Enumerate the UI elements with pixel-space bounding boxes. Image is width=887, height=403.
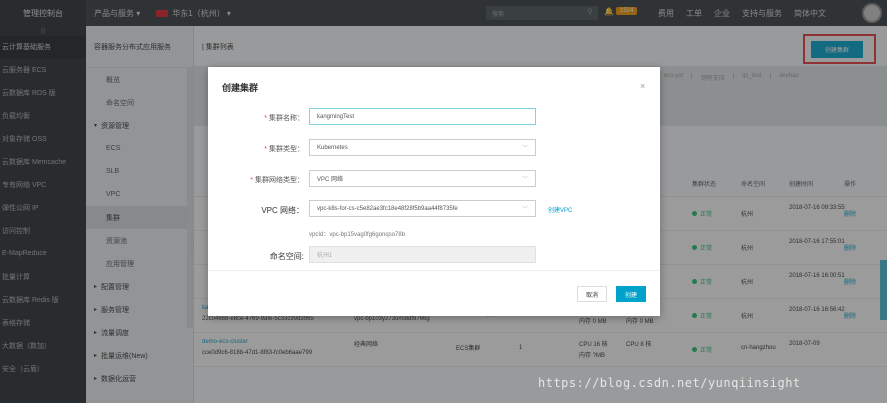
create-button[interactable]: 创建 (616, 286, 646, 302)
cluster-name-input[interactable]: kangmingTest (309, 108, 536, 125)
chevron-down-icon: ﹀ (521, 146, 528, 152)
required-marker: * (250, 177, 253, 184)
required-marker: * (264, 115, 267, 122)
network-type-select[interactable]: VPC 网络 ﹀ (309, 170, 536, 187)
chevron-down-icon: ﹀ (521, 207, 528, 213)
close-icon[interactable]: × (640, 81, 645, 91)
watermark: https://blog.csdn.net/yunqiinsight (538, 376, 801, 390)
cluster-type-label: * 集群类型： (264, 146, 304, 153)
dialog-title: 创建集群 (222, 83, 259, 93)
namespace-input: 杭州1 (309, 246, 536, 263)
dialog-divider (208, 270, 660, 271)
chevron-down-icon: ﹀ (521, 177, 528, 183)
vpc-id-hint: vpcId：vpc-bp15vag0fg6gonqso78b (309, 232, 406, 238)
required-marker: * (264, 146, 267, 153)
create-cluster-dialog: 创建集群 × * 集群名称： kangmingTest * 集群类型： Kubern… (208, 67, 660, 316)
cluster-type-select[interactable]: Kubernetes ﹀ (309, 139, 536, 156)
vpc-label: VPC 网络： (261, 206, 304, 215)
vpc-select[interactable]: vpc-k8s-for-cs-c5e82ae3fc18e48f28f5b9aa4… (309, 200, 536, 217)
network-type-label: * 集群网络类型： (250, 177, 304, 184)
create-vpc-link[interactable]: 创建VPC (548, 205, 572, 214)
cluster-name-label: * 集群名称： (264, 115, 304, 122)
namespace-label: 命名空间: (269, 252, 304, 261)
cancel-button[interactable]: 取消 (577, 286, 607, 302)
